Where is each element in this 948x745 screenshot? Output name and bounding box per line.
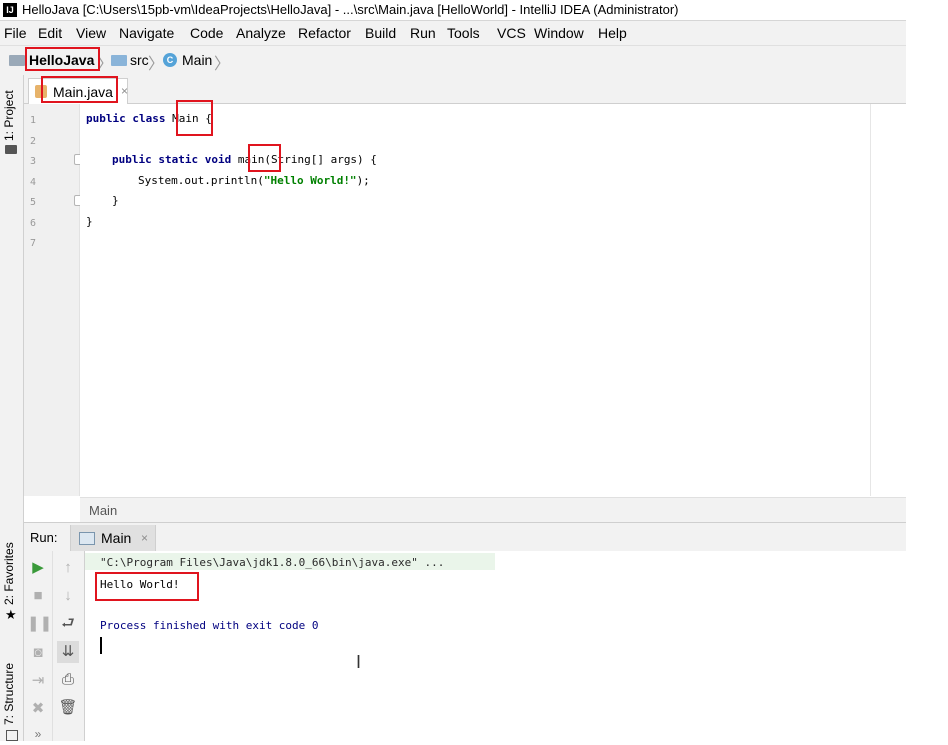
code-line-3: public static void main(String[] args) {	[112, 153, 377, 166]
tool-tab-structure[interactable]: 7: Structure	[2, 663, 16, 725]
scroll-to-end-icon[interactable]: ⇊	[57, 641, 79, 663]
soft-wrap-icon[interactable]: ⮐	[57, 613, 79, 635]
class-icon: C	[163, 53, 177, 67]
more-icon[interactable]: »	[27, 723, 49, 745]
dump-threads-icon[interactable]: ◙	[27, 642, 49, 664]
menu-run[interactable]: Run	[410, 25, 436, 41]
chevron-right-icon: 〉	[148, 56, 165, 73]
annotation-box-project	[25, 47, 100, 71]
keyword: public static void	[112, 153, 238, 166]
code-line-4: System.out.println("Hello World!");	[138, 174, 370, 187]
project-folder-icon	[9, 55, 25, 66]
console-output[interactable]	[85, 551, 906, 741]
folder-icon	[111, 55, 127, 66]
line-number: 4	[30, 177, 37, 188]
down-arrow-icon[interactable]: ↓	[57, 585, 79, 607]
i-beam-cursor-icon: I	[356, 652, 362, 672]
code-editor[interactable]: public class Main { public static void m…	[80, 104, 906, 496]
navigation-bar: HelloJava 〉 src 〉 C Main 〉	[0, 45, 906, 76]
nav-file[interactable]: Main	[182, 52, 212, 68]
rerun-icon[interactable]: ▶	[27, 557, 49, 579]
line-number: 3	[30, 156, 37, 167]
code-text: );	[356, 174, 370, 187]
up-arrow-icon[interactable]: ↑	[57, 557, 79, 579]
menu-help[interactable]: Help	[598, 25, 627, 41]
title-bar: IJ HelloJava [C:\Users\15pb-vm\IdeaProje…	[0, 0, 906, 21]
pause-icon[interactable]: ❚❚	[27, 613, 52, 635]
menu-code[interactable]: Code	[190, 25, 223, 41]
annotation-box-tab	[41, 76, 118, 103]
run-tool-window-header: Run: Main ×	[24, 522, 906, 552]
keyword: public class	[86, 112, 173, 125]
nav-folder[interactable]: src	[130, 52, 149, 68]
menu-vcs[interactable]: VCS	[497, 25, 526, 41]
menu-file[interactable]: File	[4, 25, 27, 41]
line-number: 6	[30, 218, 37, 229]
code-line-6: }	[86, 215, 93, 228]
close-icon[interactable]: ×	[141, 531, 148, 545]
menu-bar: File Edit View Navigate Code Analyze Ref…	[0, 21, 906, 45]
close-run-icon[interactable]: ✖	[27, 698, 49, 720]
exit-icon[interactable]: ⇥	[27, 670, 49, 692]
breadcrumb-class[interactable]: Main	[89, 503, 117, 518]
window-title: HelloJava [C:\Users\15pb-vm\IdeaProjects…	[22, 2, 679, 17]
editor-tab-bar: Main.java ×	[24, 75, 906, 104]
code-text: (String[] args) {	[264, 153, 377, 166]
editor-breadcrumb: Main	[80, 497, 906, 522]
menu-tools[interactable]: Tools	[447, 25, 480, 41]
structure-icon	[6, 730, 18, 741]
print-icon[interactable]: ⎙	[57, 669, 79, 691]
close-icon[interactable]: ×	[121, 84, 128, 98]
star-icon: ★	[5, 607, 17, 622]
console-icon	[79, 532, 95, 545]
code-line-5: }	[112, 194, 119, 207]
console-command: "C:\Program Files\Java\jdk1.8.0_66\bin\j…	[100, 556, 445, 569]
project-tool-icon	[5, 145, 17, 154]
line-number: 5	[30, 197, 37, 208]
code-text: System.out.println(	[138, 174, 264, 187]
run-toolbar-right: ↑ ↓ ⮐ ⇊ ⎙ 🗑	[53, 551, 85, 741]
menu-analyze[interactable]: Analyze	[236, 25, 286, 41]
annotation-box-method-name	[248, 144, 281, 172]
run-tab-label: Main	[101, 530, 132, 546]
background	[906, 0, 948, 741]
menu-view[interactable]: View	[76, 25, 106, 41]
line-number: 7	[30, 238, 37, 249]
chevron-right-icon: 〉	[214, 56, 231, 73]
annotation-box-class-name	[176, 100, 213, 136]
menu-edit[interactable]: Edit	[38, 25, 62, 41]
annotation-box-output	[95, 572, 199, 601]
tool-tab-favorites[interactable]: 2: Favorites	[2, 542, 16, 605]
menu-refactor[interactable]: Refactor	[298, 25, 351, 41]
right-margin-guide	[870, 104, 871, 496]
console-exit-message: Process finished with exit code 0	[100, 619, 319, 632]
menu-window[interactable]: Window	[534, 25, 584, 41]
run-toolbar-left: ▶ ■ ❚❚ ◙ ⇥ ✖ »	[24, 551, 53, 741]
left-tool-strip: 1: Project 2: Favorites ★ 7: Structure	[0, 75, 24, 741]
string-literal: "Hello World!"	[263, 174, 357, 187]
menu-navigate[interactable]: Navigate	[119, 25, 174, 41]
trash-icon[interactable]: 🗑	[57, 697, 79, 719]
tool-tab-project[interactable]: 1: Project	[2, 90, 16, 141]
run-label: Run:	[30, 530, 58, 545]
intellij-idea-icon: IJ	[3, 3, 17, 17]
line-number: 1	[30, 115, 37, 126]
menu-build[interactable]: Build	[365, 25, 396, 41]
line-number-gutter: 1 2 3 4 5 6 7	[24, 104, 85, 496]
stop-icon[interactable]: ■	[27, 585, 49, 607]
run-tab-main[interactable]: Main ×	[70, 525, 156, 551]
text-caret	[100, 637, 102, 654]
line-number: 2	[30, 136, 37, 147]
